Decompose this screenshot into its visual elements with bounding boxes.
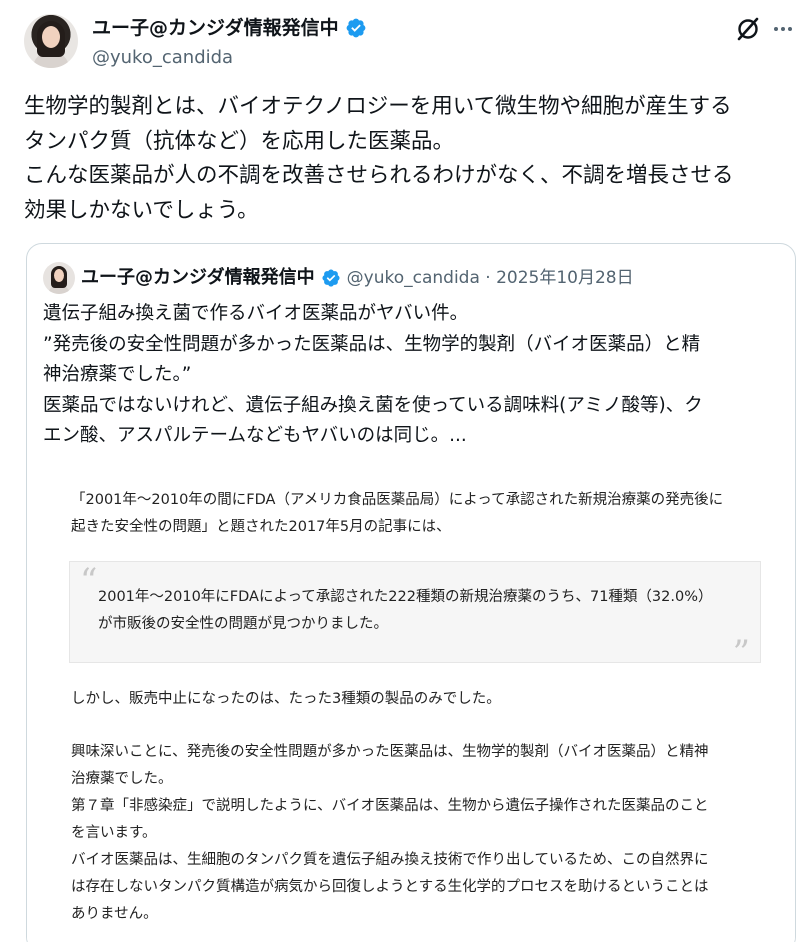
verified-badge-icon bbox=[322, 269, 340, 287]
post-header: ユー子@カンジダ情報発信中 @yuko_candida bbox=[0, 0, 796, 86]
author-display-name[interactable]: ユー子@カンジダ情報発信中 bbox=[92, 14, 339, 42]
author-name-row: ユー子@カンジダ情報発信中 bbox=[92, 14, 367, 42]
article-intro: 「2001年〜2010年の間にFDA（アメリカ食品医薬品局）によって承認された新… bbox=[71, 492, 724, 535]
open-quote-mark: “ bbox=[80, 561, 98, 601]
quoted-post-text: 遺伝子組み換え菌で作るバイオ医薬品がヤバい件。 ”発売後の安全性問題が多かった医… bbox=[43, 303, 703, 446]
quoted-post[interactable]: ユー子@カンジダ情報発信中 @yuko_candida · 2025年10月28… bbox=[26, 243, 796, 942]
quoted-article-image: 「2001年〜2010年の間にFDA（アメリカ食品医薬品局）によって承認された新… bbox=[27, 469, 795, 942]
quoted-author-display-name: ユー子@カンジダ情報発信中 bbox=[81, 267, 315, 288]
article-blockquote: “ 2001年〜2010年にFDAによって承認された222種類の新規治療薬のうち… bbox=[69, 561, 761, 670]
verified-badge-icon bbox=[346, 18, 366, 38]
grok-icon[interactable] bbox=[735, 16, 761, 42]
article-blockquote-text: 2001年〜2010年にFDAによって承認された222種類の新規治療薬のうち、7… bbox=[98, 589, 713, 632]
author-avatar[interactable] bbox=[24, 14, 78, 68]
more-options-icon[interactable] bbox=[772, 16, 794, 42]
quoted-handle-and-date: @yuko_candida · 2025年10月28日 bbox=[346, 268, 634, 288]
author-handle[interactable]: @yuko_candida bbox=[92, 46, 233, 70]
article-paragraph-2: 興味深いことに、発売後の安全性問題が多かった医薬品は、生物学的製剤（バイオ医薬品… bbox=[71, 744, 709, 922]
quoted-post-header: ユー子@カンジダ情報発信中 @yuko_candida · 2025年10月28… bbox=[43, 262, 634, 294]
quoted-author-avatar bbox=[43, 262, 75, 294]
close-quote-mark: ” bbox=[732, 633, 750, 673]
article-paragraph-1: しかし、販売中止になったのは、たった3種類の製品のみでした。 bbox=[71, 691, 501, 707]
post-text: 生物学的製剤とは、バイオテクノロジーを用いて微生物や細胞が産生する タンパク質（… bbox=[24, 94, 734, 223]
